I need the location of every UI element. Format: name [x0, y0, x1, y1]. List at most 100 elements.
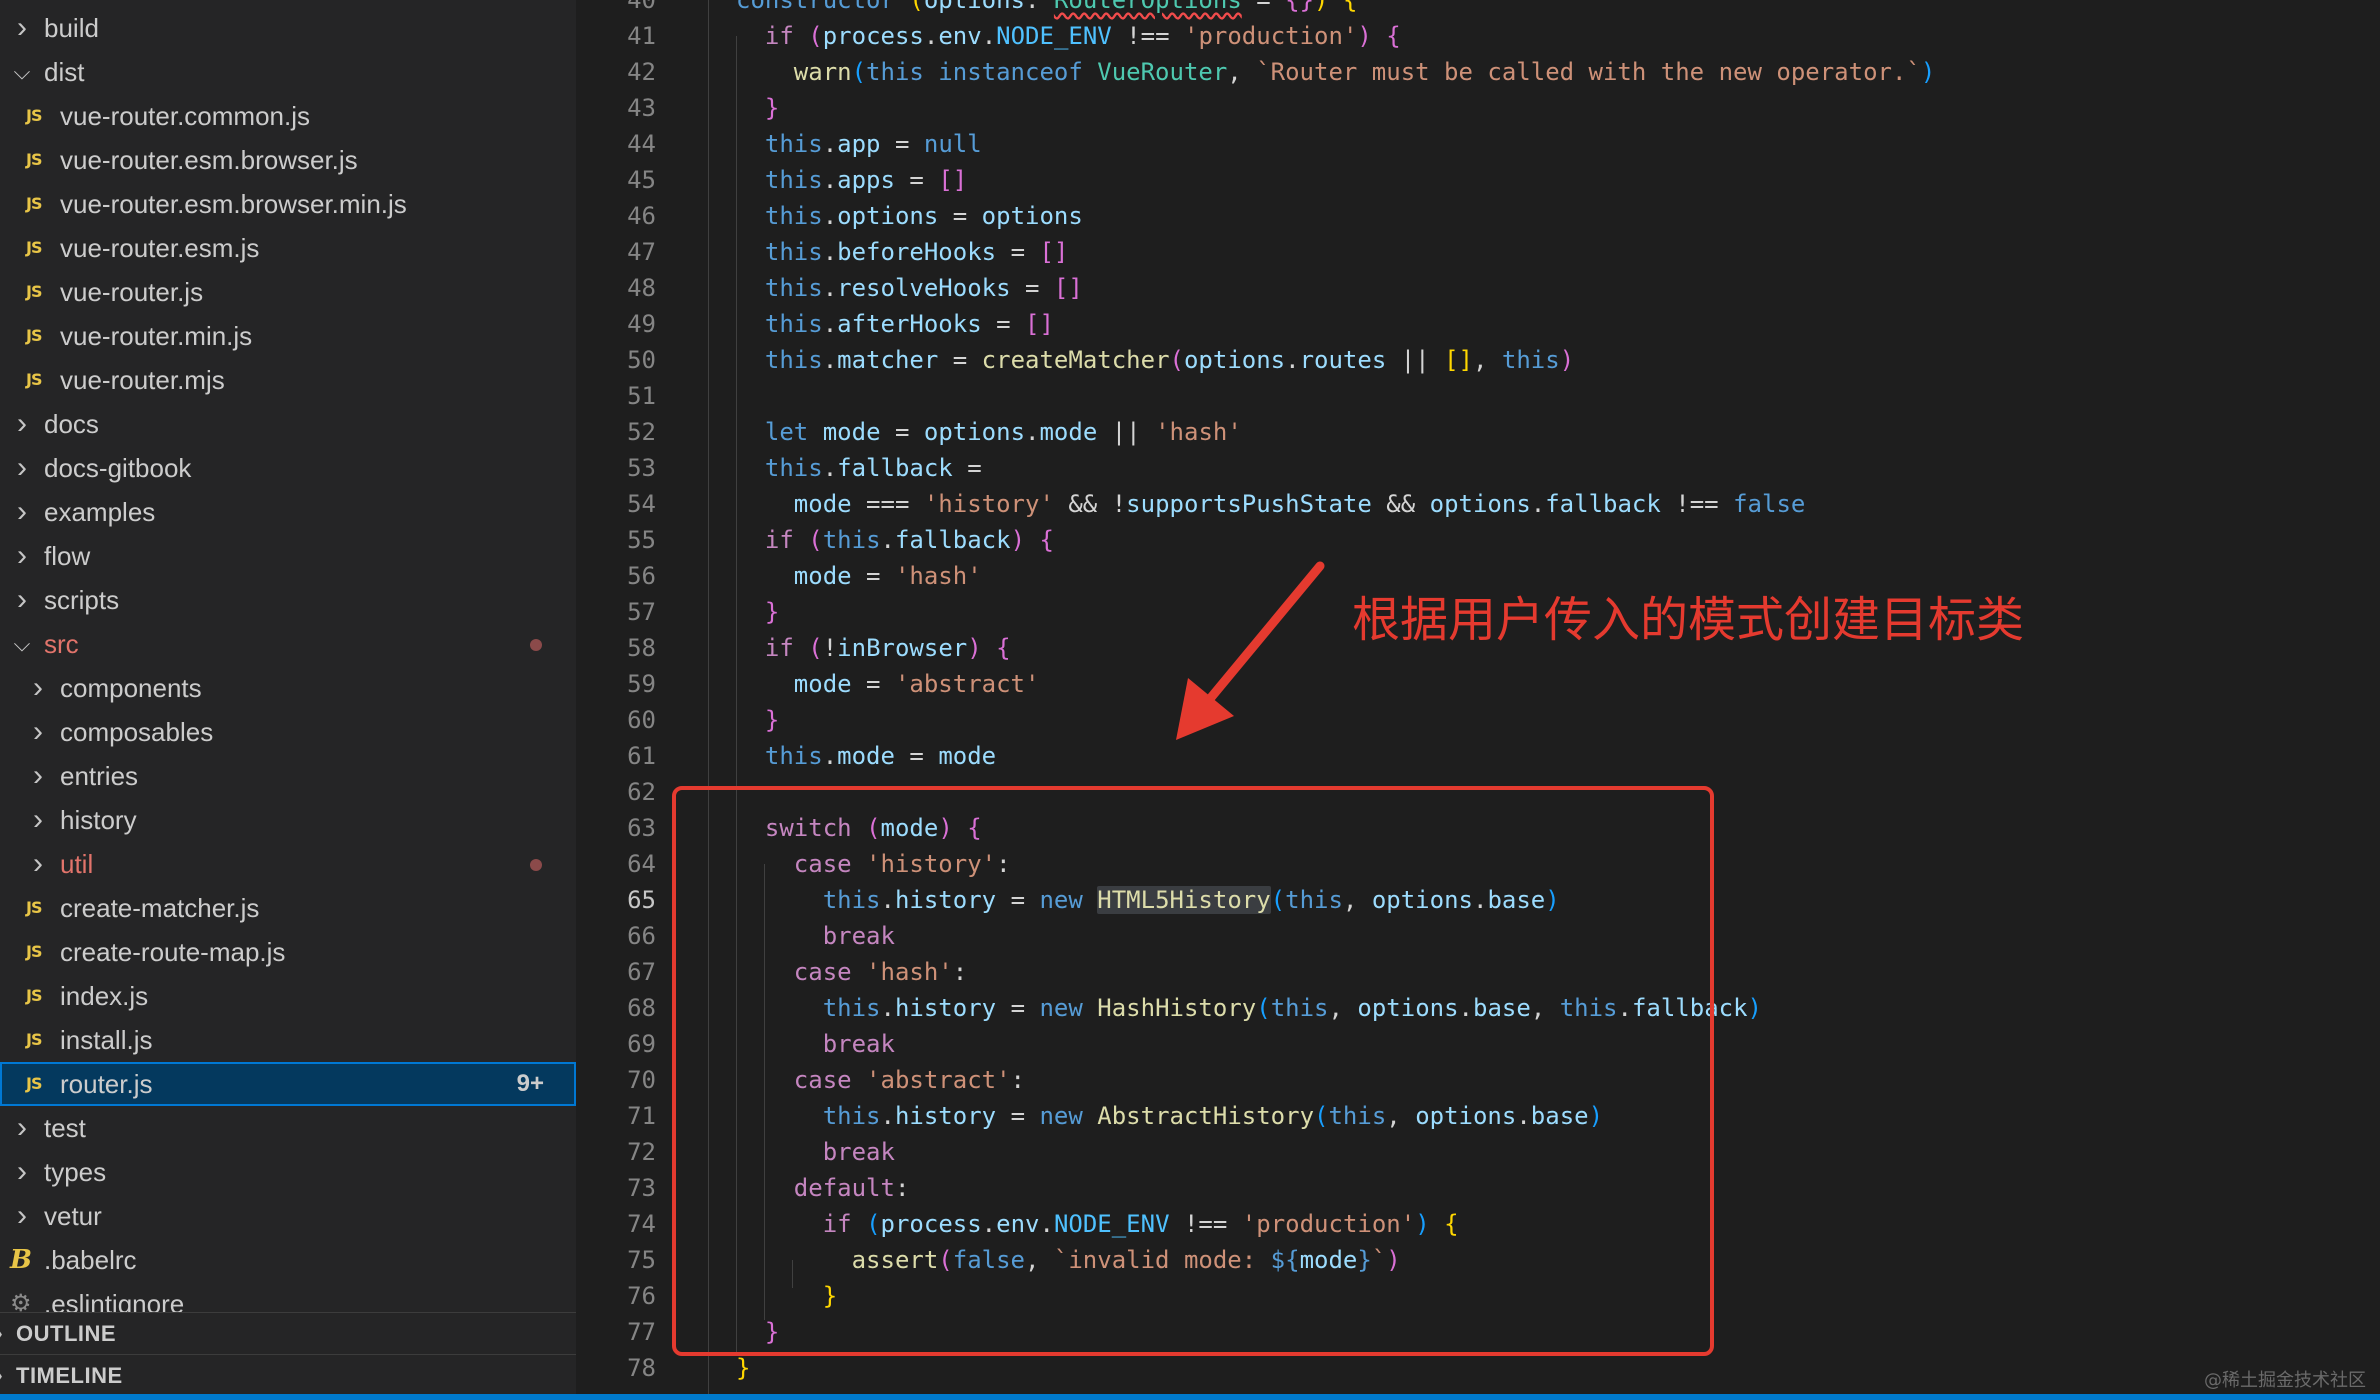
- folder-item-vetur[interactable]: › vetur: [0, 1194, 576, 1238]
- line-number: 47: [627, 238, 656, 266]
- folder-item-types[interactable]: › types: [0, 1150, 576, 1194]
- code-line[interactable]: if (this.fallback) {: [736, 522, 1935, 558]
- chevron-right-icon[interactable]: ›: [28, 842, 48, 886]
- file-item-vue-router-esm-browser-min-js[interactable]: JS vue-router.esm.browser.min.js: [0, 182, 576, 226]
- timeline-panel-header[interactable]: › TIMELINE: [0, 1354, 576, 1396]
- code-line[interactable]: mode === 'history' && !supportsPushState…: [736, 486, 1935, 522]
- file-item-install-js[interactable]: JS install.js: [0, 1018, 576, 1062]
- explorer-sidebar: › build ⌵ dist JS vue-router.common.js JS vue-r…: [0, 0, 576, 1400]
- file-item-create-route-map-js[interactable]: JS create-route-map.js: [0, 930, 576, 974]
- chevron-right-icon[interactable]: ›: [28, 798, 48, 842]
- file-item-vue-router-mjs[interactable]: JS vue-router.mjs: [0, 358, 576, 402]
- folder-item-history[interactable]: › history: [0, 798, 576, 842]
- line-number: 72: [627, 1138, 656, 1166]
- line-number: 73: [627, 1174, 656, 1202]
- folder-item-components[interactable]: › components: [0, 666, 576, 710]
- line-number: 66: [627, 922, 656, 950]
- line-number: 61: [627, 742, 656, 770]
- outline-panel-header[interactable]: › OUTLINE: [0, 1312, 576, 1354]
- timeline-label: TIMELINE: [16, 1363, 123, 1388]
- chevron-right-icon[interactable]: ›: [28, 666, 48, 710]
- line-number: 75: [627, 1246, 656, 1274]
- tree-item-label: test: [44, 1113, 86, 1143]
- folder-item-entries[interactable]: › entries: [0, 754, 576, 798]
- tree-item-label: index.js: [60, 981, 149, 1011]
- tree-item-label: vue-router.mjs: [60, 365, 225, 395]
- line-number: 50: [627, 346, 656, 374]
- chevron-right-icon[interactable]: ›: [28, 710, 48, 754]
- folder-item-flow[interactable]: › flow: [0, 534, 576, 578]
- code-line[interactable]: this.matcher = createMatcher(options.rou…: [736, 342, 1935, 378]
- file-item-vue-router-esm-browser-js[interactable]: JS vue-router.esm.browser.js: [0, 138, 576, 182]
- tree-item-label: router.js: [60, 1069, 153, 1099]
- tree-item-label: scripts: [44, 585, 120, 615]
- code-line[interactable]: this.beforeHooks = []: [736, 234, 1935, 270]
- chevron-down-icon[interactable]: ⌵: [12, 622, 32, 666]
- line-number: 54: [627, 490, 656, 518]
- code-line[interactable]: warn(this instanceof VueRouter, `Router …: [736, 54, 1936, 90]
- file-item-vue-router-js[interactable]: JS vue-router.js: [0, 270, 576, 314]
- chevron-right-icon[interactable]: ›: [12, 578, 32, 622]
- code-line[interactable]: this.afterHooks = []: [736, 306, 1935, 342]
- code-line[interactable]: constructor (options: RouterOptions = {}…: [736, 0, 1935, 18]
- file-item-babelrc[interactable]: B .babelrc: [0, 1238, 576, 1282]
- javascript-file-icon: JS: [26, 238, 43, 257]
- chevron-right-icon[interactable]: ›: [28, 754, 48, 798]
- file-item-create-matcher-js[interactable]: JS create-matcher.js: [0, 886, 576, 930]
- folder-item-examples[interactable]: › examples: [0, 490, 576, 534]
- code-line[interactable]: let mode = options.mode || 'hash': [736, 414, 1935, 450]
- code-line[interactable]: this.app = null: [736, 126, 1935, 162]
- code-line[interactable]: this.fallback =: [736, 450, 1935, 486]
- folder-item-docs[interactable]: › docs: [0, 402, 576, 446]
- folder-item-scripts[interactable]: › scripts: [0, 578, 576, 622]
- chevron-right-icon[interactable]: ›: [12, 490, 32, 534]
- line-number-gutter: 40 41 42 43 44 45 46 47 48 49 50 51 52 53 54 55 56 57 58 59…: [576, 0, 656, 1386]
- folder-item-build[interactable]: › build: [0, 6, 576, 50]
- chevron-right-icon[interactable]: ›: [12, 1194, 32, 1238]
- line-number: 76: [627, 1282, 656, 1310]
- babel-file-icon: B: [10, 1245, 32, 1275]
- line-number: 55: [627, 526, 656, 554]
- chevron-right-icon[interactable]: ›: [12, 534, 32, 578]
- tree-item-label: create-route-map.js: [60, 937, 286, 967]
- code-line[interactable]: [736, 378, 1935, 414]
- folder-item-test[interactable]: › test: [0, 1106, 576, 1150]
- code-line[interactable]: this.apps = []: [736, 162, 1935, 198]
- modified-indicator-dot: [530, 859, 542, 871]
- file-tree: › build ⌵ dist JS vue-router.common.js JS vue-r…: [0, 6, 576, 1326]
- code-line[interactable]: if (process.env.NODE_ENV !== 'production…: [736, 18, 1935, 54]
- line-number: 62: [627, 778, 656, 806]
- code-line[interactable]: }: [736, 90, 1935, 126]
- chevron-right-icon[interactable]: ›: [12, 1150, 32, 1194]
- folder-item-dist[interactable]: ⌵ dist: [0, 50, 576, 94]
- chevron-right-icon[interactable]: ›: [12, 446, 32, 490]
- folder-item-src[interactable]: ⌵ src: [0, 622, 576, 666]
- tree-item-label: entries: [60, 761, 139, 791]
- annotation-highlight-box: [672, 786, 1714, 1356]
- file-item-router-js[interactable]: JS router.js 9+: [0, 1062, 576, 1106]
- file-item-vue-router-esm-js[interactable]: JS vue-router.esm.js: [0, 226, 576, 270]
- chevron-right-icon[interactable]: ›: [12, 1106, 32, 1150]
- line-number: 65: [627, 886, 656, 914]
- line-number: 74: [627, 1210, 656, 1238]
- chevron-right-icon[interactable]: ›: [12, 6, 32, 50]
- tree-item-label: vue-router.min.js: [60, 321, 253, 351]
- line-number: 40: [627, 0, 656, 14]
- modified-indicator-dot: [530, 639, 542, 651]
- chevron-down-icon[interactable]: ⌵: [12, 50, 32, 94]
- file-item-vue-router-common-js[interactable]: JS vue-router.common.js: [0, 94, 576, 138]
- line-number: 68: [627, 994, 656, 1022]
- tree-item-label: docs-gitbook: [44, 453, 192, 483]
- folder-item-composables[interactable]: › composables: [0, 710, 576, 754]
- line-number: 71: [627, 1102, 656, 1130]
- folder-item-docs-gitbook[interactable]: › docs-gitbook: [0, 446, 576, 490]
- folder-item-util[interactable]: › util: [0, 842, 576, 886]
- file-item-index-js[interactable]: JS index.js: [0, 974, 576, 1018]
- annotation-text: 根据用户传入的模式创建目标类: [1352, 592, 2025, 648]
- code-line[interactable]: this.resolveHooks = []: [736, 270, 1935, 306]
- line-number: 41: [627, 22, 656, 50]
- chevron-right-icon[interactable]: ›: [12, 402, 32, 446]
- file-item-vue-router-min-js[interactable]: JS vue-router.min.js: [0, 314, 576, 358]
- line-number: 43: [627, 94, 656, 122]
- code-line[interactable]: this.options = options: [736, 198, 1935, 234]
